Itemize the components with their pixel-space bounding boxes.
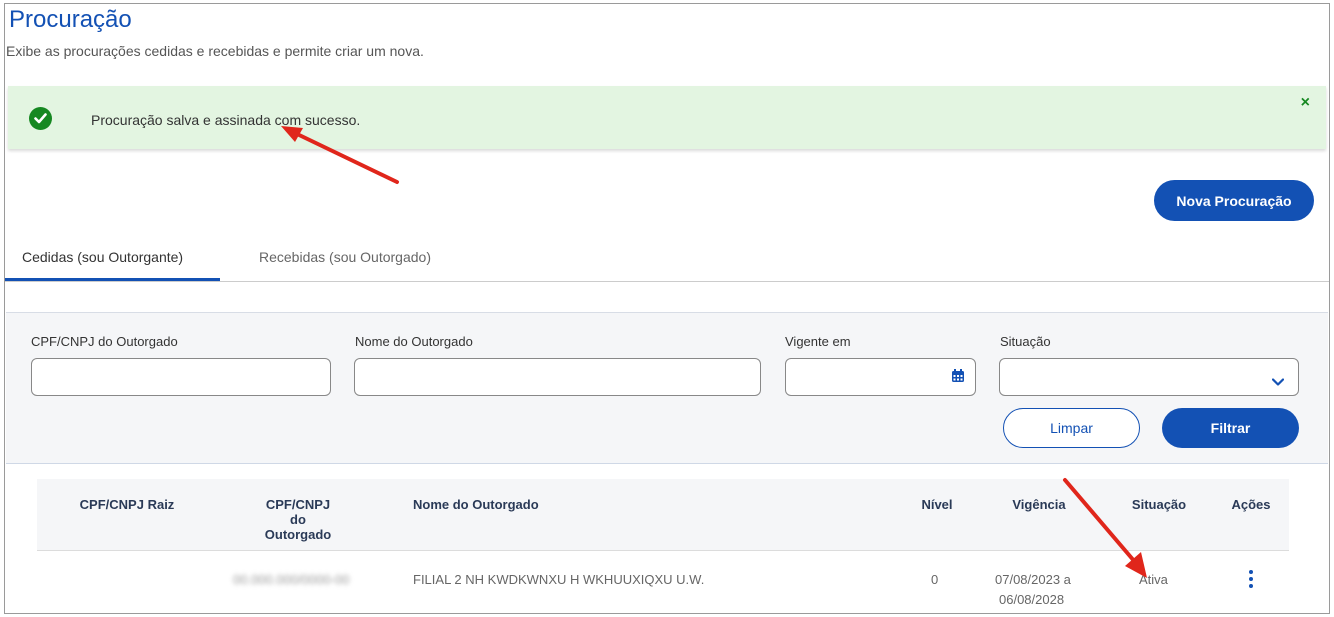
clear-filters-button[interactable]: Limpar xyxy=(1003,408,1140,448)
row-actions-menu-icon[interactable] xyxy=(1246,570,1256,588)
date-filter-label: Vigente em xyxy=(785,334,851,349)
col-situacao: Situação xyxy=(1131,497,1187,512)
col-cpf-outorgado: CPF/CNPJ do Outorgado xyxy=(264,497,332,542)
calendar-icon[interactable] xyxy=(951,369,965,388)
page-title: Procuração xyxy=(9,6,132,33)
active-tab-indicator xyxy=(5,278,220,281)
status-filter-select[interactable] xyxy=(999,358,1299,396)
tab-recebidas[interactable]: Recebidas (sou Outorgado) xyxy=(259,249,431,265)
col-acoes: Ações xyxy=(1231,497,1271,512)
cell-nome: FILIAL 2 NH KWDKWNXU H WKHUUXIQXU U.W. xyxy=(413,572,705,587)
col-cpf-raiz: CPF/CNPJ Raiz xyxy=(79,497,175,512)
cell-cpf-outorgado: 00.000.000/0000-00 xyxy=(233,572,350,587)
chevron-down-icon[interactable] xyxy=(1271,373,1285,391)
page-subtitle: Exibe as procurações cedidas e recebidas… xyxy=(6,43,424,59)
filter-panel: CPF/CNPJ do Outorgado Nome do Outorgado … xyxy=(6,312,1328,464)
col-nivel: Nível xyxy=(921,497,953,512)
check-circle-icon xyxy=(29,107,52,130)
cpf-filter-label: CPF/CNPJ do Outorgado xyxy=(31,334,178,349)
tabs-bar: Cedidas (sou Outorgante) Recebidas (sou … xyxy=(5,237,1329,282)
col-nome: Nome do Outorgado xyxy=(413,497,539,512)
close-icon[interactable]: × xyxy=(1301,94,1310,112)
success-alert: Procuração salva e assinada com sucesso.… xyxy=(8,86,1326,149)
cell-vigencia-inicio: 07/08/2023 a xyxy=(995,572,1071,587)
alert-message: Procuração salva e assinada com sucesso. xyxy=(91,112,361,128)
table-row: 00.000.000/0000-00 FILIAL 2 NH KWDKWNXU … xyxy=(37,552,1289,613)
date-filter-input[interactable] xyxy=(785,358,976,396)
name-filter-input[interactable] xyxy=(354,358,761,396)
table-header: CPF/CNPJ Raiz CPF/CNPJ do Outorgado Nome… xyxy=(37,479,1289,551)
new-procuracao-button[interactable]: Nova Procuração xyxy=(1154,180,1314,221)
filter-button[interactable]: Filtrar xyxy=(1162,408,1299,448)
status-filter-label: Situação xyxy=(1000,334,1051,349)
cpf-filter-input[interactable] xyxy=(31,358,331,396)
cell-nivel: 0 xyxy=(931,572,939,587)
cell-vigencia-fim: 06/08/2028 xyxy=(999,592,1065,607)
cell-situacao: Ativa xyxy=(1139,572,1168,587)
col-vigencia: Vigência xyxy=(1012,497,1066,512)
main-frame: Procuração Exibe as procurações cedidas … xyxy=(4,3,1330,614)
tab-cedidas[interactable]: Cedidas (sou Outorgante) xyxy=(22,249,183,265)
name-filter-label: Nome do Outorgado xyxy=(355,334,473,349)
